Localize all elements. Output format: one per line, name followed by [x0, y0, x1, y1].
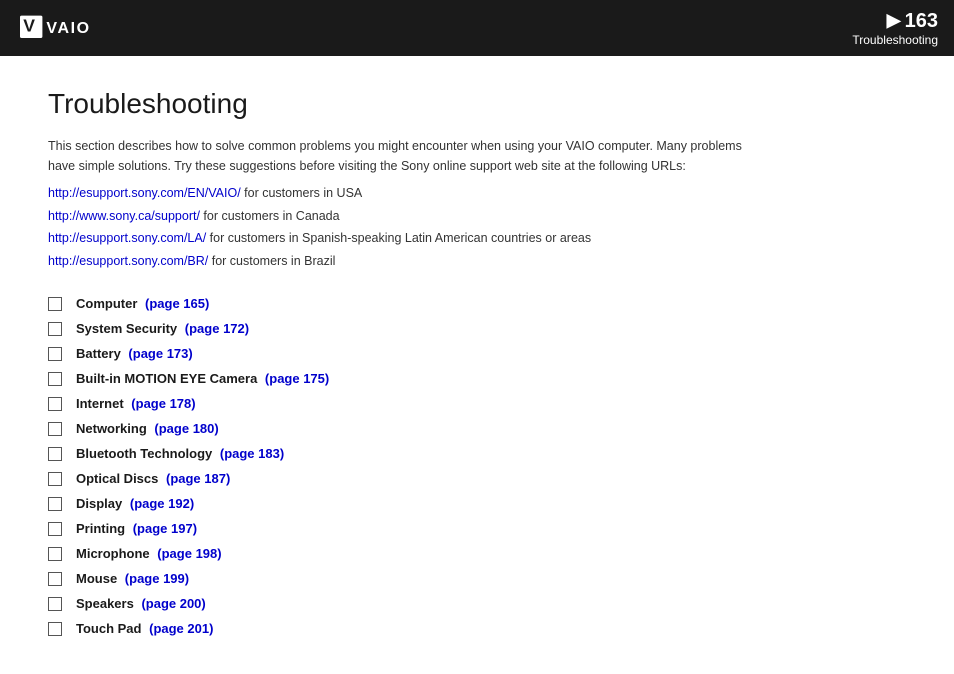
checkbox-icon [48, 572, 62, 586]
toc-item: Networking (page 180) [48, 421, 906, 436]
url-line-2: http://www.sony.ca/support/ for customer… [48, 205, 906, 228]
toc-item-link[interactable]: (page 173) [128, 346, 192, 361]
header: V VAIO ▶ 163 Troubleshooting [0, 0, 954, 56]
toc-item-label: Touch Pad (page 201) [76, 621, 213, 636]
vaio-logo: V VAIO [20, 14, 116, 42]
url-la[interactable]: http://esupport.sony.com/LA/ [48, 231, 206, 245]
intro-paragraph-1: This section describes how to solve comm… [48, 136, 906, 176]
toc-item: Mouse (page 199) [48, 571, 906, 586]
toc-item: Printing (page 197) [48, 521, 906, 536]
checkbox-icon [48, 522, 62, 536]
toc-item-link[interactable]: (page 180) [154, 421, 218, 436]
svg-text:VAIO: VAIO [46, 20, 90, 37]
checkbox-icon [48, 322, 62, 336]
checkbox-icon [48, 297, 62, 311]
checkbox-icon [48, 422, 62, 436]
checkbox-icon [48, 547, 62, 561]
toc-item-link[interactable]: (page 201) [149, 621, 213, 636]
toc-item-link[interactable]: (page 175) [265, 371, 329, 386]
toc-item: Battery (page 173) [48, 346, 906, 361]
toc-item-label: Optical Discs (page 187) [76, 471, 230, 486]
toc-item: Internet (page 178) [48, 396, 906, 411]
url-line-3: http://esupport.sony.com/LA/ for custome… [48, 227, 906, 250]
toc-item-link[interactable]: (page 200) [141, 596, 205, 611]
checkbox-icon [48, 622, 62, 636]
toc-item-link[interactable]: (page 197) [133, 521, 197, 536]
page-number-line: ▶ 163 [887, 9, 938, 33]
toc-item: Computer (page 165) [48, 296, 906, 311]
toc-item-link[interactable]: (page 187) [166, 471, 230, 486]
url-line-4: http://esupport.sony.com/BR/ for custome… [48, 250, 906, 273]
svg-text:V: V [23, 16, 35, 36]
toc-item-link[interactable]: (page 165) [145, 296, 209, 311]
toc-item: Speakers (page 200) [48, 596, 906, 611]
toc-item: Microphone (page 198) [48, 546, 906, 561]
toc-item-label: Battery (page 173) [76, 346, 193, 361]
toc-item-label: Speakers (page 200) [76, 596, 206, 611]
arrow-icon: ▶ [887, 10, 901, 32]
main-content: Troubleshooting This section describes h… [0, 56, 954, 674]
url-line-1: http://esupport.sony.com/EN/VAIO/ for cu… [48, 182, 906, 205]
toc-item-label: Printing (page 197) [76, 521, 197, 536]
checkbox-icon [48, 397, 62, 411]
toc-list: Computer (page 165) System Security (page… [48, 296, 906, 636]
toc-item-label: Bluetooth Technology (page 183) [76, 446, 284, 461]
toc-item-link[interactable]: (page 199) [125, 571, 189, 586]
toc-item-label: Display (page 192) [76, 496, 194, 511]
toc-item-label: Built-in MOTION EYE Camera (page 175) [76, 371, 329, 386]
checkbox-icon [48, 372, 62, 386]
header-right: ▶ 163 Troubleshooting [852, 9, 938, 47]
toc-item-label: Internet (page 178) [76, 396, 196, 411]
checkbox-icon [48, 447, 62, 461]
toc-item-label: Mouse (page 199) [76, 571, 189, 586]
toc-item-link[interactable]: (page 183) [220, 446, 284, 461]
toc-item: Touch Pad (page 201) [48, 621, 906, 636]
url-canada[interactable]: http://www.sony.ca/support/ [48, 209, 200, 223]
toc-item: Bluetooth Technology (page 183) [48, 446, 906, 461]
toc-item-label: Microphone (page 198) [76, 546, 222, 561]
checkbox-icon [48, 472, 62, 486]
section-label: Troubleshooting [852, 33, 938, 47]
page-number: 163 [905, 9, 938, 33]
url-lines: http://esupport.sony.com/EN/VAIO/ for cu… [48, 182, 906, 272]
toc-item-link[interactable]: (page 178) [131, 396, 195, 411]
page-title: Troubleshooting [48, 88, 906, 120]
checkbox-icon [48, 347, 62, 361]
checkbox-icon [48, 597, 62, 611]
toc-item-link[interactable]: (page 172) [185, 321, 249, 336]
toc-item: Display (page 192) [48, 496, 906, 511]
url-brazil[interactable]: http://esupport.sony.com/BR/ [48, 254, 208, 268]
toc-item-label: Computer (page 165) [76, 296, 209, 311]
toc-item-link[interactable]: (page 192) [130, 496, 194, 511]
checkbox-icon [48, 497, 62, 511]
url-usa[interactable]: http://esupport.sony.com/EN/VAIO/ [48, 186, 241, 200]
toc-item: System Security (page 172) [48, 321, 906, 336]
toc-item-link[interactable]: (page 198) [157, 546, 221, 561]
toc-item: Optical Discs (page 187) [48, 471, 906, 486]
toc-item: Built-in MOTION EYE Camera (page 175) [48, 371, 906, 386]
toc-item-label: System Security (page 172) [76, 321, 249, 336]
toc-item-label: Networking (page 180) [76, 421, 219, 436]
